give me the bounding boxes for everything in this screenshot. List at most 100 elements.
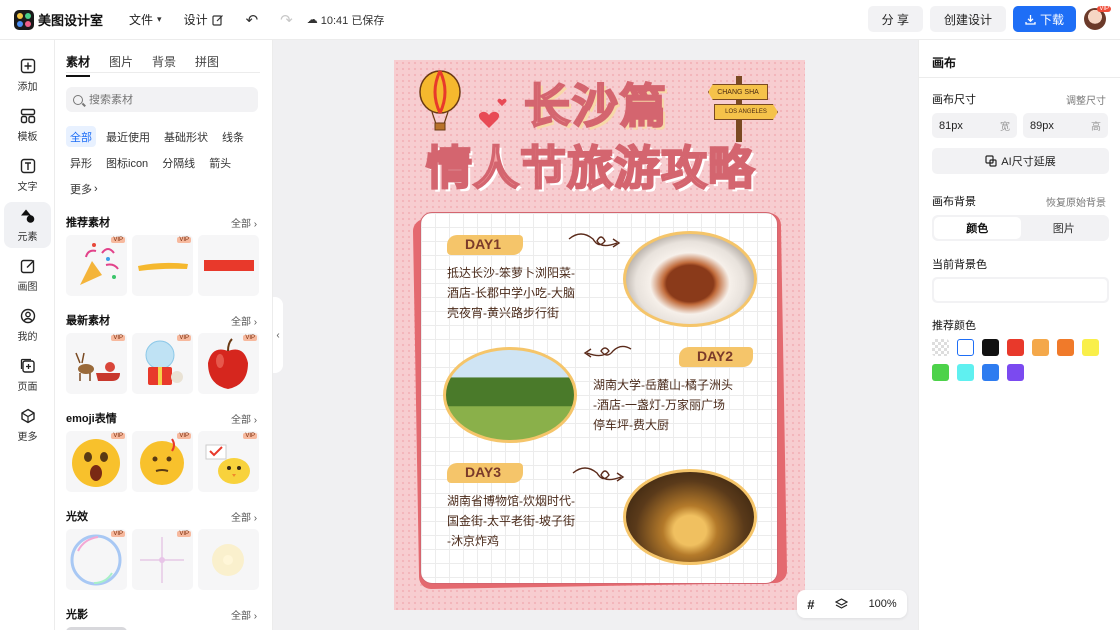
swatch-purple[interactable]	[1007, 364, 1024, 381]
day1-label: DAY1	[465, 236, 502, 252]
swatch-orange[interactable]	[1057, 339, 1074, 356]
design-canvas[interactable]: 长沙篇 情人节旅游攻略 CHANG SHA LOS ANGELES DAY1 抵…	[394, 60, 805, 610]
chip-lines[interactable]: 线条	[218, 126, 248, 147]
material-thumb-apple[interactable]: VIP	[198, 333, 259, 394]
vip-tag: VIP	[111, 531, 125, 537]
day2-text: 湖南大学-岳麓山-橘子洲头 -酒店-一盏灯-万家丽广场 停车坪-费大厨	[593, 375, 733, 435]
swatch-transparent[interactable]	[932, 339, 949, 356]
current-bg-color[interactable]	[932, 277, 1109, 303]
chip-basic-shapes[interactable]: 基础形状	[160, 126, 212, 147]
rail-item-more[interactable]: 更多	[0, 408, 55, 443]
material-thumb-reindeer-sleigh[interactable]: VIP	[66, 333, 127, 394]
layers-icon[interactable]	[835, 597, 849, 611]
material-thumb-glow[interactable]	[198, 529, 259, 590]
swatch-white[interactable]	[957, 339, 974, 356]
swatch-green[interactable]	[932, 364, 949, 381]
day2-line: -酒店-一盏灯-万家丽广场	[593, 398, 725, 412]
vip-tag: VIP	[177, 237, 191, 243]
poster-title-city[interactable]: 长沙篇	[523, 78, 668, 134]
material-thumb-sparkle[interactable]: VIP	[132, 529, 193, 590]
material-thumb-emoji-thinking[interactable]: VIP	[132, 431, 193, 492]
brush-stroke-icon	[138, 262, 188, 271]
material-thumb-bubble[interactable]: VIP	[66, 529, 127, 590]
swatch-blue[interactable]	[982, 364, 999, 381]
material-thumb-emoji-chick[interactable]: VIP	[198, 431, 259, 492]
bg-type-image[interactable]: 图片	[1021, 217, 1108, 239]
file-menu[interactable]: 文件 ▾	[129, 11, 162, 28]
bg-type-color[interactable]: 颜色	[934, 217, 1021, 239]
day3-line: 国金街-太平老街-坡子街	[447, 514, 575, 528]
height-field[interactable]: 89px 高	[1023, 113, 1108, 138]
rail-item-mine[interactable]: 我的	[0, 308, 55, 343]
glow-icon	[212, 544, 244, 576]
swatch-red[interactable]	[1007, 339, 1024, 356]
material-thumb-red-bar[interactable]	[198, 235, 259, 296]
rail-item-label: 画图	[17, 282, 38, 293]
ai-resize-button[interactable]: AI尺寸延展	[932, 148, 1109, 174]
design-menu[interactable]: 设计	[184, 11, 224, 28]
day3-photo-museum[interactable]	[623, 469, 757, 565]
grid-icon[interactable]: #	[807, 597, 814, 612]
material-thumb-brush-stroke[interactable]: VIP	[132, 235, 193, 296]
redo-icon[interactable]: ↷	[280, 11, 293, 29]
search-input[interactable]	[89, 93, 239, 106]
collapse-panel-button[interactable]: ‹	[273, 297, 283, 373]
chip-icons[interactable]: 图标icon	[102, 152, 152, 173]
curly-arrow-icon	[568, 233, 621, 248]
day1-photo-food[interactable]	[623, 231, 757, 327]
section-all-link[interactable]: 全部 ›	[231, 313, 257, 328]
chip-arrows[interactable]: 箭头	[205, 152, 235, 173]
search-box[interactable]	[66, 87, 258, 112]
section-title-light-effects: 光效	[66, 511, 88, 523]
heart-icon	[497, 98, 507, 107]
tab-background[interactable]: 背景	[152, 53, 176, 77]
undo-icon[interactable]: ↶	[246, 11, 259, 29]
bg-type-toggle: 颜色 图片	[932, 215, 1109, 241]
rail-item-page[interactable]: 页面	[0, 358, 55, 393]
rail-item-text[interactable]: 文字	[0, 158, 55, 193]
chip-dividers[interactable]: 分隔线	[158, 152, 199, 173]
rail-item-template[interactable]: 模板	[0, 108, 55, 143]
width-value: 81px	[939, 119, 963, 132]
avatar[interactable]: VIP	[1084, 6, 1111, 30]
rail-item-add[interactable]: 添加	[0, 58, 55, 93]
material-thumb-snow-globe[interactable]: VIP	[132, 333, 193, 394]
section-all-link[interactable]: 全部 ›	[231, 215, 257, 230]
share-button[interactable]: 分 享	[867, 6, 923, 32]
itinerary-card[interactable]: DAY1 抵达长沙-笨萝卜浏阳菜- 酒店-长郡中学小吃-大脑 壳夜宵-黄兴路步行…	[420, 212, 778, 584]
material-thumb-party-popper[interactable]: VIP	[66, 235, 127, 296]
tab-material[interactable]: 素材	[66, 53, 91, 77]
material-thumb-emoji-shocked[interactable]: VIP	[66, 431, 127, 492]
section-all-link[interactable]: 全部 ›	[231, 411, 257, 426]
swatch-yellow[interactable]	[1082, 339, 1099, 356]
app-logo[interactable]: 美图设计室	[14, 9, 103, 30]
create-design-button[interactable]: 创建设计	[929, 6, 1006, 32]
chip-more-label: 更多	[70, 183, 92, 196]
chip-all[interactable]: 全部	[66, 126, 96, 147]
swatch-cyan[interactable]	[957, 364, 974, 381]
width-field[interactable]: 81px 宽	[932, 113, 1017, 138]
swatch-black[interactable]	[982, 339, 999, 356]
chip-recent[interactable]: 最近使用	[102, 126, 154, 147]
day2-photo-park[interactable]	[443, 347, 577, 443]
zoom-level[interactable]: 100%	[869, 598, 897, 610]
chip-more[interactable]: 更多 ›	[66, 178, 102, 199]
rail-item-draw[interactable]: 画图	[0, 258, 55, 293]
section-all-label: 全部	[231, 317, 251, 328]
vip-tag: VIP	[111, 433, 125, 439]
tab-image[interactable]: 图片	[109, 53, 133, 77]
download-button[interactable]: 下载	[1012, 6, 1076, 32]
section-all-link[interactable]: 全部 ›	[231, 607, 257, 622]
chip-irregular[interactable]: 异形	[66, 152, 96, 173]
restore-bg-link[interactable]: 恢复原始背景	[1046, 194, 1106, 209]
adjust-size-link[interactable]: 调整尺寸	[1066, 92, 1106, 107]
section-all-link[interactable]: 全部 ›	[231, 509, 257, 524]
page-icon	[20, 358, 35, 373]
rail-item-label: 更多	[17, 432, 38, 443]
tab-collage[interactable]: 拼图	[195, 53, 219, 77]
canvas-bg-label: 画布背景	[932, 196, 976, 208]
poster-title-main[interactable]: 情人节旅游攻略	[425, 140, 755, 196]
swatch-light-orange[interactable]	[1032, 339, 1049, 356]
curly-arrow-icon	[583, 345, 632, 358]
rail-item-element[interactable]: 元素	[4, 202, 51, 248]
